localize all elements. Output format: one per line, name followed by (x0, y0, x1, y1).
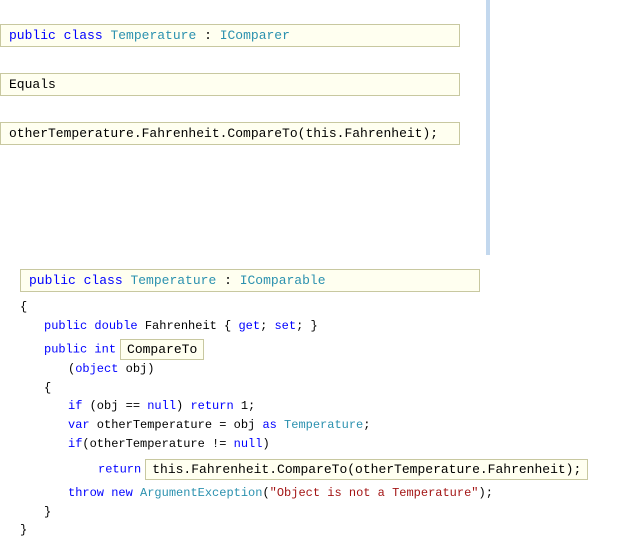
brace-close-1: } (20, 521, 622, 540)
bottom-code-block: public class Temperature : IComparable {… (8, 263, 622, 540)
throw-line: throw new ArgumentException("Object is n… (68, 484, 622, 503)
equals-text: Equals (9, 77, 56, 92)
var-line: var otherTemperature = obj as Temperatur… (68, 416, 622, 435)
if-null-line: if (obj == null) return 1; (68, 397, 622, 416)
class-decl-icomparable: public class Temperature : IComparable (20, 269, 480, 292)
equals-box: Equals (0, 73, 460, 96)
keyword-public: public (9, 28, 56, 43)
keyword-class: class (64, 28, 103, 43)
if-notnull-line: if(otherTemperature != null) (68, 435, 622, 454)
compare-to-text: otherTemperature.Fahrenheit.CompareTo(th… (9, 126, 438, 141)
type-temperature: Temperature (130, 273, 216, 288)
class-decl-icomparer: public class Temperature : IComparer (0, 24, 460, 47)
brace-close-2: } (44, 503, 622, 522)
colon: : (196, 28, 219, 43)
colon: : (216, 273, 239, 288)
brace-open-2: { (44, 379, 622, 398)
keyword-class: class (84, 273, 123, 288)
compareto-decl: public intCompareTo (44, 339, 622, 360)
open-brace: { (20, 298, 622, 317)
compareto-box: CompareTo (120, 339, 204, 360)
type-icomparer: IComparer (220, 28, 290, 43)
scroll-indicator (486, 0, 490, 255)
fahrenheit-prop: public double Fahrenheit { get; set; } (44, 317, 622, 336)
keyword-public: public (29, 273, 76, 288)
return-line: returnthis.Fahrenheit.CompareTo(otherTem… (98, 459, 622, 480)
type-temperature: Temperature (110, 28, 196, 43)
top-code-snippets: public class Temperature : IComparer Equ… (0, 0, 480, 145)
compare-to-line-box: otherTemperature.Fahrenheit.CompareTo(th… (0, 122, 460, 145)
return-box: this.Fahrenheit.CompareTo(otherTemperatu… (145, 459, 588, 480)
param-line: (object obj) (68, 360, 622, 379)
type-icomparable: IComparable (240, 273, 326, 288)
